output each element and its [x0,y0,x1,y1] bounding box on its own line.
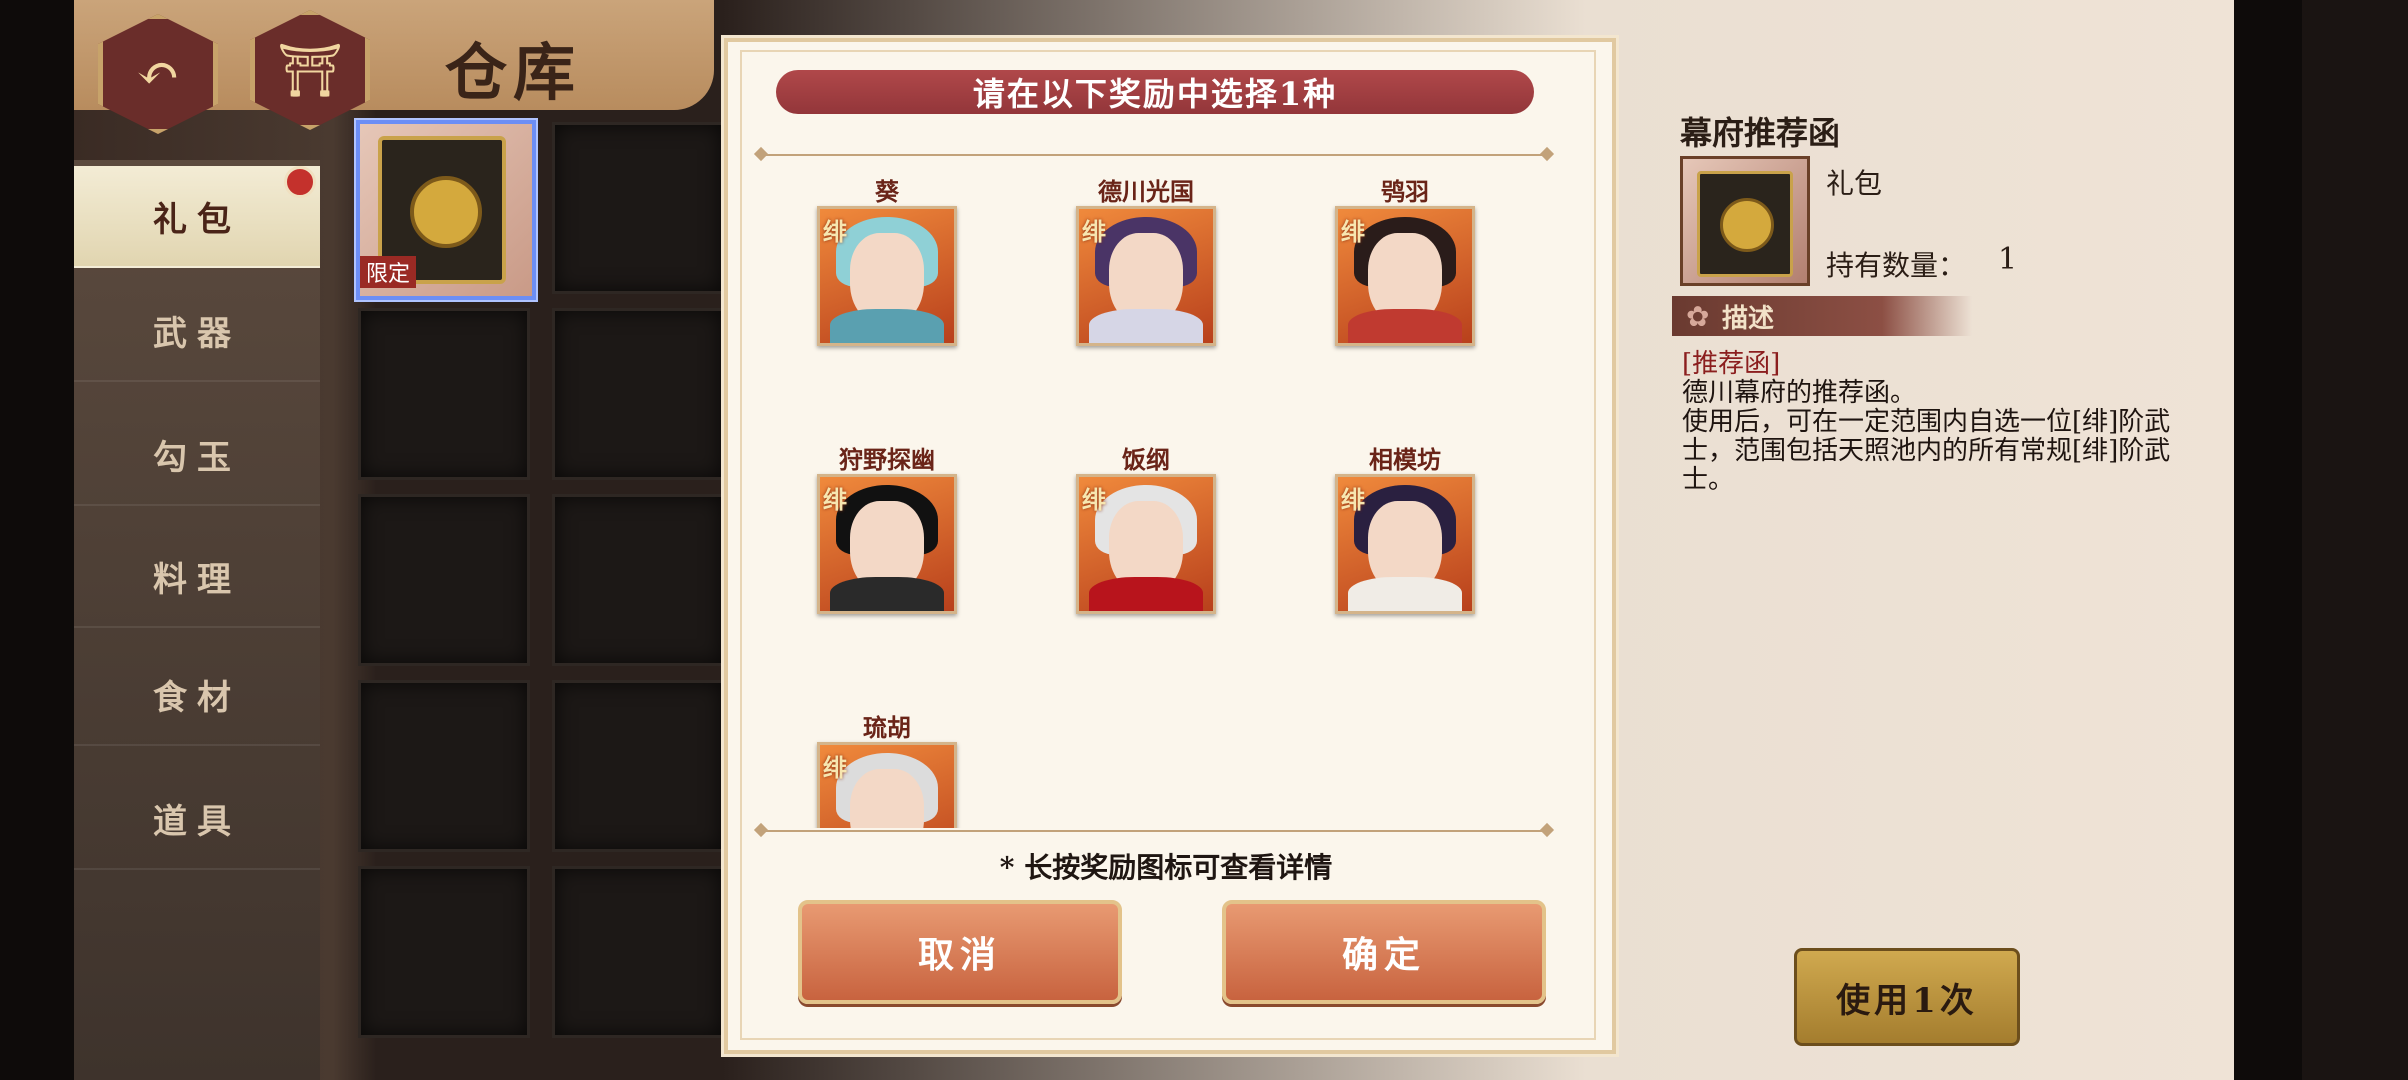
back-arrow-icon: ↶ [136,44,180,104]
sidebar-item-magatama[interactable]: 勾玉 [74,404,320,506]
torii-gate-icon: ⛩ [276,40,343,101]
item-detail-icon [1680,156,1810,286]
description-line: 使用后，可在一定范围内自选一位[绯]阶武士，范围包括天照池内的所有常规[绯]阶武… [1682,407,2171,495]
reward-choice[interactable]: 相模坊 绯 [1305,440,1505,614]
choice-name: 狩野探幽 [839,445,935,474]
flower-icon: ✿ [1686,300,1710,333]
inventory-slot[interactable] [552,308,724,480]
long-press-hint: * 长按奖励图标可查看详情 [999,851,1333,884]
choice-name: 鸮羽 [1381,177,1429,206]
description-line: 德川幕府的推荐函。 [1682,378,1917,408]
character-portrait-icon[interactable]: 绯 [817,742,957,828]
character-portrait-icon[interactable]: 绯 [1076,474,1216,614]
rarity-mark: 绯 [1341,217,1365,246]
dialog-title: 请在以下奖励中选择1种 [776,70,1534,114]
item-type: 礼包 [1826,167,1883,200]
divider-top [760,154,1548,156]
choice-name: 饭纲 [1122,445,1170,474]
item-name: 幕府推荐函 [1680,114,1841,152]
character-portrait-icon[interactable]: 绯 [817,206,957,346]
character-portrait-icon[interactable]: 绯 [817,474,957,614]
rarity-mark: 绯 [823,217,847,246]
confirm-button[interactable]: 确定 [1222,900,1546,1004]
rarity-mark: 绯 [823,485,847,514]
rarity-mark: 绯 [823,753,847,782]
inventory-slot[interactable] [552,866,724,1038]
reward-choice[interactable]: 葵 绯 [787,172,987,346]
reward-choice[interactable]: 琉胡 绯 [787,708,987,828]
choice-name: 葵 [875,177,899,206]
sidebar-item-ingredients[interactable]: 食材 [74,644,320,746]
description-label: 描述 [1722,304,1775,334]
divider-bottom [760,830,1548,832]
inventory-slot[interactable] [552,680,724,852]
category-sidebar: 礼包 武器 勾玉 料理 食材 道具 [74,160,320,1080]
screen-edge-left [0,0,74,1080]
reward-choice[interactable]: 饭纲 绯 [1046,440,1246,614]
inventory-slot[interactable] [552,494,724,666]
inventory-slot[interactable] [358,308,530,480]
sidebar-item-cuisine[interactable]: 料理 [74,526,320,628]
choice-name: 琉胡 [863,713,911,742]
page-title: 仓库 [445,36,582,109]
rarity-mark: 绯 [1082,217,1106,246]
inventory-slot[interactable] [552,122,724,294]
character-portrait-icon[interactable]: 绯 [1335,474,1475,614]
item-description: [推荐函] 德川幕府的推荐函。 使用后，可在一定范围内自选一位[绯]阶武士，范围… [1682,350,2192,495]
character-portrait-icon[interactable]: 绯 [1076,206,1216,346]
rarity-mark: 绯 [1082,485,1106,514]
owned-count-value: 1 [1998,242,2018,277]
notification-dot [284,166,316,198]
sidebar-item-weapons[interactable]: 武器 [74,280,320,382]
cancel-button[interactable]: 取消 [798,900,1122,1004]
inventory-slot[interactable] [358,680,530,852]
choice-name: 德川光国 [1098,177,1194,206]
choice-name: 相模坊 [1369,445,1441,474]
reward-choice[interactable]: 德川光国 绯 [1046,172,1246,346]
screen-edge-right [2234,0,2302,1080]
inventory-slot[interactable] [358,494,530,666]
sidebar-item-props[interactable]: 道具 [74,768,320,870]
inventory-slot[interactable] [358,866,530,1038]
character-portrait-icon[interactable]: 绯 [1335,206,1475,346]
use-once-button[interactable]: 使用1次 [1794,948,2020,1046]
limited-tag: 限定 [360,256,417,288]
description-header-bar [1672,296,1972,336]
reward-choice[interactable]: 鸮羽 绯 [1305,172,1505,346]
owned-count-label: 持有数量： [1826,249,1967,282]
rarity-mark: 绯 [1341,485,1365,514]
description-tag: [推荐函] [1682,349,1781,379]
reward-choice[interactable]: 狩野探幽 绯 [787,440,987,614]
